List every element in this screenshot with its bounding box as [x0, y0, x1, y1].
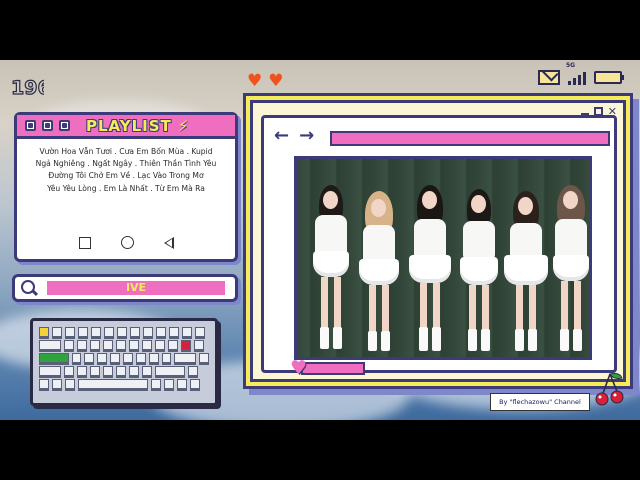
lightning-icon: ⚡	[177, 116, 189, 135]
member-figure	[355, 181, 403, 357]
triangle-icon[interactable]	[163, 236, 174, 249]
member-figure	[501, 181, 551, 357]
group-photo	[294, 156, 592, 360]
progress-bar[interactable]	[301, 361, 366, 375]
nav-controls	[17, 236, 235, 249]
window-dot-icon	[42, 120, 53, 131]
arrow-right-icon[interactable]: →	[299, 127, 314, 145]
video-frame: 1967 ♥ ♥ 5G PLAYLIST ⚡ Vườn Hoa Vẫn Tươi…	[0, 60, 640, 420]
heart-icon: ♥	[247, 71, 263, 91]
network-label: 5G	[566, 61, 576, 69]
playlist-panel: PLAYLIST ⚡ Vườn Hoa Vẫn Tươi . Cưa Em Bố…	[14, 112, 238, 262]
member-figure	[405, 177, 455, 357]
window-dot-icon	[59, 120, 70, 131]
member-figure	[547, 175, 589, 357]
status-bar: 5G	[538, 62, 624, 85]
letterbox: 1967 ♥ ♥ 5G PLAYLIST ⚡ Vườn Hoa Vẫn Tươi…	[0, 0, 640, 480]
song-list: Vườn Hoa Vẫn Tươi . Cưa Em Bốn Mùa . Kup…	[17, 139, 235, 195]
pixel-keyboard	[30, 318, 218, 406]
mail-icon	[538, 70, 560, 85]
member-figure	[307, 167, 355, 357]
song-line: Đường Tôi Chở Em Về . Lạc Vào Trong Mơ	[48, 171, 204, 181]
search-input[interactable]: IVE	[47, 281, 225, 295]
hearts: ♥ ♥	[247, 73, 284, 90]
member-figure	[455, 179, 503, 357]
song-line: Ngả Nghiêng . Ngất Ngây . Thiên Thần Tìn…	[35, 159, 217, 169]
logo-text: 1967	[11, 77, 44, 99]
search-icon[interactable]	[21, 280, 37, 296]
heart-icon: ♥	[290, 357, 308, 379]
heart-icon: ♥	[268, 71, 284, 91]
browser-window: ✕ ← → ♥	[250, 100, 626, 382]
signal-icon: 5G	[566, 62, 586, 85]
battery-icon	[594, 71, 624, 84]
playlist-header: PLAYLIST ⚡	[17, 115, 235, 139]
arrow-left-icon[interactable]: ←	[274, 127, 289, 145]
window-dot-icon	[25, 120, 36, 131]
song-line: Yêu Yêu Lòng . Em Là Nhất . Từ Em Mà Ra	[47, 183, 205, 193]
square-icon[interactable]	[78, 236, 91, 249]
cherry-icon	[595, 373, 624, 406]
progress-heart-bar: ♥	[290, 357, 366, 379]
browser-content: ← → ♥	[261, 115, 617, 379]
circle-icon[interactable]	[120, 236, 134, 249]
browser-nav: ← →	[274, 127, 314, 145]
channel-logo: 1967	[10, 76, 44, 99]
search-bar[interactable]: IVE	[12, 274, 238, 302]
address-bar[interactable]	[330, 131, 610, 146]
credit-label: By "flechazowu" Channel	[490, 393, 590, 411]
song-line: Vườn Hoa Vẫn Tươi . Cưa Em Bốn Mùa . Kup…	[39, 147, 213, 156]
playlist-title: PLAYLIST	[86, 116, 172, 135]
